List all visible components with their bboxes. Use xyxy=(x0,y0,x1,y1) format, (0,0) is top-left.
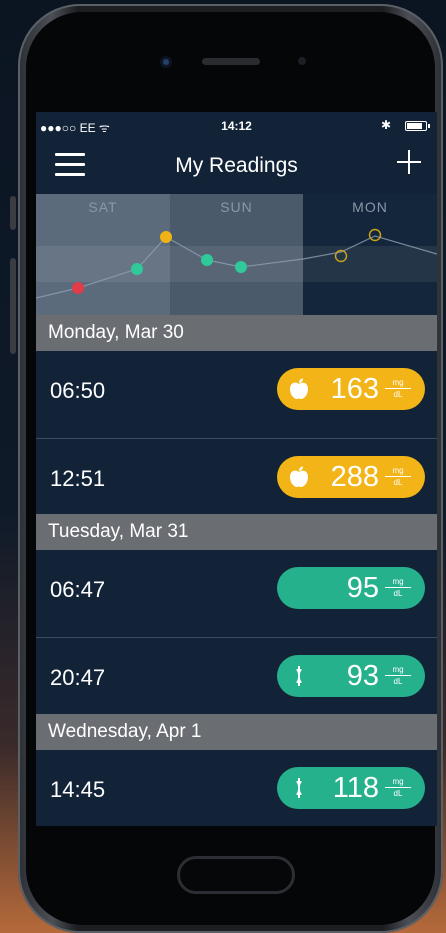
glucose-value: 93 xyxy=(346,660,379,692)
date-header: Monday, Mar 30 xyxy=(36,315,437,351)
status-time: 14:12 xyxy=(221,119,252,133)
reading-time: 06:47 xyxy=(50,577,106,602)
home-button[interactable] xyxy=(177,856,295,894)
reading-time: 06:50 xyxy=(50,378,106,403)
reading-point-normal xyxy=(235,261,247,273)
unit-top: mg xyxy=(392,577,404,586)
apple-core-icon xyxy=(296,778,302,798)
unit-bottom: dL xyxy=(393,478,403,487)
proximity-sensor xyxy=(298,57,306,65)
reading-row[interactable]: 06:47 95 mg dL xyxy=(36,550,437,638)
reading-value-pill[interactable]: 118 mg dL xyxy=(277,767,425,809)
reading-point-normal xyxy=(201,254,213,266)
reading-value-pill[interactable]: 163 mg dL xyxy=(277,368,425,410)
reading-time: 12:51 xyxy=(50,466,106,491)
unit-label: mg dL xyxy=(385,466,411,487)
plus-icon[interactable] xyxy=(397,150,421,174)
trend-line-plot xyxy=(36,228,437,299)
mute-switch xyxy=(10,196,16,230)
unit-bottom: dL xyxy=(393,789,403,798)
reading-value-pill[interactable]: 95 mg dL xyxy=(277,567,425,609)
glucose-value: 288 xyxy=(330,461,379,493)
reading-row[interactable]: 06:50 163 mg dL xyxy=(36,351,437,439)
reading-point-hollow xyxy=(368,228,382,242)
date-header: Tuesday, Mar 31 xyxy=(36,514,437,550)
unit-top: mg xyxy=(392,378,404,387)
nav-bar: My Readings xyxy=(36,140,437,194)
unit-label: mg dL xyxy=(385,777,411,798)
apple-icon xyxy=(290,378,308,399)
unit-top: mg xyxy=(392,777,404,786)
volume-buttons xyxy=(10,258,16,354)
reading-row[interactable]: 14:45 118 mg dL xyxy=(36,750,437,826)
earpiece-speaker xyxy=(202,58,260,65)
readings-trend-chart[interactable]: SAT SUN MON xyxy=(36,194,437,315)
battery-icon xyxy=(405,121,430,131)
unit-top: mg xyxy=(392,466,404,475)
unit-bottom: dL xyxy=(393,589,403,598)
reading-time: 14:45 xyxy=(50,777,106,802)
glucose-value: 163 xyxy=(330,373,379,405)
apple-core-icon xyxy=(296,666,302,686)
reading-row[interactable]: 20:47 93 mg dL xyxy=(36,638,437,726)
unit-label: mg dL xyxy=(385,378,411,399)
glucose-value: 95 xyxy=(346,572,379,604)
unit-bottom: dL xyxy=(393,677,403,686)
front-camera xyxy=(160,56,172,68)
app-screen: ●●●○○ EE ᯤ 14:12 ✱ My Readings SAT SUN M… xyxy=(36,112,437,826)
reading-point-normal xyxy=(131,263,143,275)
date-header: Wednesday, Apr 1 xyxy=(36,714,437,750)
bluetooth-icon: ✱ xyxy=(380,118,391,132)
status-bar: ●●●○○ EE ᯤ 14:12 ✱ xyxy=(36,112,437,140)
unit-label: mg dL xyxy=(385,665,411,686)
reading-value-pill[interactable]: 288 mg dL xyxy=(277,456,425,498)
unit-top: mg xyxy=(392,665,404,674)
page-title: My Readings xyxy=(175,154,298,177)
reading-time: 20:47 xyxy=(50,665,106,690)
unit-bottom: dL xyxy=(393,390,403,399)
glucose-value: 118 xyxy=(332,772,379,804)
reading-point-high xyxy=(160,231,172,243)
reading-point-low xyxy=(72,282,84,294)
reading-value-pill[interactable]: 93 mg dL xyxy=(277,655,425,697)
apple-icon xyxy=(290,466,308,487)
unit-label: mg dL xyxy=(385,577,411,598)
